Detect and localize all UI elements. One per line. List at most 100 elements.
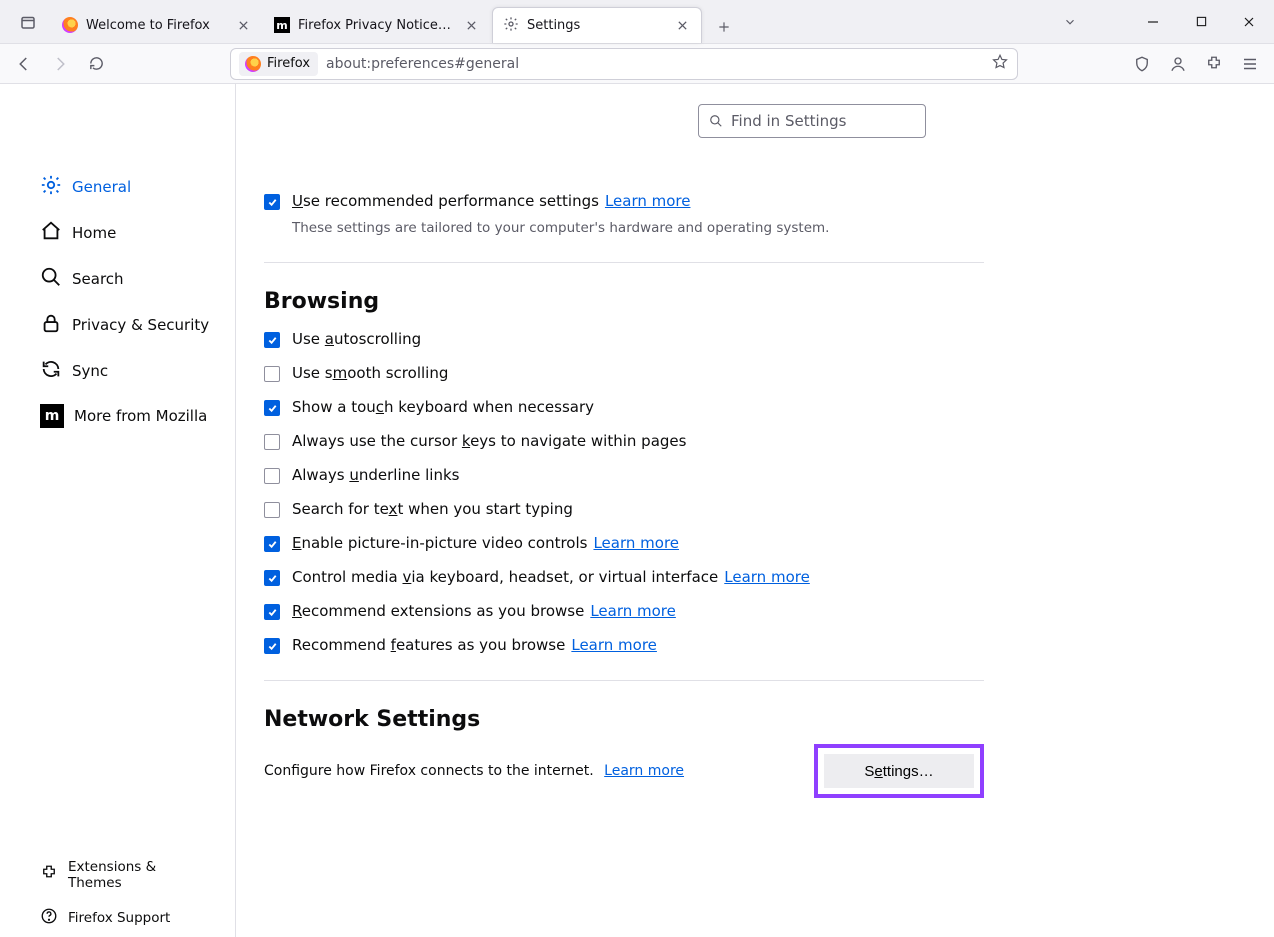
sidebar-footer-label: Extensions & Themes (68, 859, 213, 891)
identity-box[interactable]: Firefox (239, 52, 318, 76)
back-button[interactable] (8, 48, 40, 80)
new-tab-button[interactable] (708, 11, 740, 43)
browsing-checkbox-3[interactable]: Always use the cursor keys to navigate w… (264, 432, 984, 450)
app-menu-icon[interactable] (1234, 48, 1266, 80)
extensions-icon[interactable] (1198, 48, 1230, 80)
sidebar-item-label: Search (72, 270, 124, 288)
checkbox-icon (264, 332, 280, 348)
sidebar-item-home[interactable]: Home (0, 210, 235, 256)
firefox-icon (62, 17, 78, 33)
navigation-toolbar: Firefox about:preferences#general (0, 44, 1274, 84)
home-icon (40, 220, 62, 246)
learn-more-link[interactable]: Learn more (590, 602, 676, 620)
search-icon (40, 266, 62, 292)
shield-icon[interactable] (1126, 48, 1158, 80)
sync-icon (40, 358, 62, 384)
reload-button[interactable] (80, 48, 112, 80)
browsing-checkbox-5[interactable]: Search for text when you start typing (264, 500, 984, 518)
use-recommended-performance-checkbox[interactable]: Use recommended performance settingsLear… (264, 192, 984, 210)
bookmark-star-icon[interactable] (991, 53, 1009, 75)
sidebar-item-label: Sync (72, 362, 108, 380)
find-in-settings-input[interactable]: Find in Settings (698, 104, 926, 138)
browsing-checkbox-8[interactable]: Recommend extensions as you browseLearn … (264, 602, 984, 620)
sidebar-item-general[interactable]: General (0, 164, 235, 210)
gear-icon (40, 174, 62, 200)
checkbox-icon (264, 502, 280, 518)
browsing-checkbox-0[interactable]: Use autoscrolling (264, 330, 984, 348)
tab-title: Welcome to Firefox (86, 18, 226, 33)
sidebar-item-more-from-mozilla[interactable]: m More from Mozilla (0, 394, 235, 438)
tab-title: Settings (527, 18, 665, 33)
network-description: Configure how Firefox connects to the in… (264, 763, 594, 779)
tab-0[interactable]: Welcome to Firefox (52, 7, 262, 43)
network-learn-more-link[interactable]: Learn more (604, 763, 684, 779)
checkbox-icon (264, 570, 280, 586)
sidebar-item-label: Home (72, 224, 116, 242)
account-icon[interactable] (1162, 48, 1194, 80)
window-minimize-button[interactable] (1130, 6, 1176, 38)
browsing-checkbox-9[interactable]: Recommend features as you browseLearn mo… (264, 636, 984, 654)
tab-1[interactable]: m Firefox Privacy Notice — Mozilla (264, 7, 490, 43)
learn-more-link[interactable]: Learn more (571, 636, 657, 654)
sidebar-footer-extensions-themes[interactable]: Extensions & Themes (0, 851, 235, 899)
firefox-icon (245, 56, 261, 72)
browsing-checkbox-7[interactable]: Control media via keyboard, headset, or … (264, 568, 984, 586)
window-maximize-button[interactable] (1178, 6, 1224, 38)
browsing-checkbox-2[interactable]: Show a touch keyboard when necessary (264, 398, 984, 416)
browsing-section-title: Browsing (264, 289, 984, 314)
tab-close-button[interactable] (234, 16, 252, 34)
separator (264, 680, 984, 681)
sidebar-item-label: Privacy & Security (72, 316, 209, 334)
preferences-page: General Home Search Privacy & Security Sync m… (0, 84, 1274, 937)
forward-button[interactable] (44, 48, 76, 80)
tab-strip: Welcome to Firefox m Firefox Privacy Notic… (52, 0, 1052, 43)
checkbox-icon (264, 400, 280, 416)
sidebar-item-label: More from Mozilla (74, 407, 207, 425)
titlebar: Welcome to Firefox m Firefox Privacy Notic… (0, 0, 1274, 44)
sidebar-item-search[interactable]: Search (0, 256, 235, 302)
sidebar-item-label: General (72, 178, 131, 196)
checkbox-icon (264, 638, 280, 654)
window-close-button[interactable] (1226, 6, 1272, 38)
checkbox-icon (264, 366, 280, 382)
browsing-checkbox-6[interactable]: Enable picture-in-picture video controls… (264, 534, 984, 552)
mozilla-icon: m (40, 404, 64, 428)
checkbox-icon (264, 468, 280, 484)
sidebar-footer-firefox-support[interactable]: Firefox Support (0, 899, 235, 937)
mozilla-icon: m (274, 17, 290, 33)
checkbox-icon (264, 604, 280, 620)
checkbox-icon (264, 194, 280, 210)
lock-icon (40, 312, 62, 338)
list-all-tabs-button[interactable] (1052, 4, 1088, 40)
url-text: about:preferences#general (326, 56, 983, 72)
network-settings-button[interactable]: Settings… (824, 754, 974, 788)
performance-learn-more-link[interactable]: Learn more (605, 192, 691, 210)
help-icon (40, 907, 58, 929)
preferences-main[interactable]: Find in Settings Use recommended perform… (236, 84, 1274, 937)
sidebar-item-privacy-security[interactable]: Privacy & Security (0, 302, 235, 348)
search-icon (709, 114, 723, 128)
tab-close-button[interactable] (462, 16, 480, 34)
performance-subtext: These settings are tailored to your comp… (292, 220, 984, 236)
highlight-box: Settings… (814, 744, 984, 798)
tab-title: Firefox Privacy Notice — Mozilla (298, 18, 454, 33)
puzzle-icon (40, 864, 58, 886)
sidebar-footer-label: Firefox Support (68, 910, 170, 926)
learn-more-link[interactable]: Learn more (724, 568, 810, 586)
learn-more-link[interactable]: Learn more (593, 534, 679, 552)
recent-browsing-button[interactable] (10, 4, 46, 40)
network-section-title: Network Settings (264, 707, 984, 732)
tab-2[interactable]: Settings (492, 7, 702, 43)
gear-icon (503, 16, 519, 36)
preferences-sidebar: General Home Search Privacy & Security Sync m… (0, 84, 236, 937)
checkbox-icon (264, 434, 280, 450)
checkbox-icon (264, 536, 280, 552)
search-placeholder: Find in Settings (731, 112, 846, 130)
url-bar[interactable]: Firefox about:preferences#general (230, 48, 1018, 80)
browsing-checkbox-4[interactable]: Always underline links (264, 466, 984, 484)
separator (264, 262, 984, 263)
identity-label: Firefox (267, 56, 310, 71)
sidebar-item-sync[interactable]: Sync (0, 348, 235, 394)
browsing-checkbox-1[interactable]: Use smooth scrolling (264, 364, 984, 382)
tab-close-button[interactable] (673, 17, 691, 35)
